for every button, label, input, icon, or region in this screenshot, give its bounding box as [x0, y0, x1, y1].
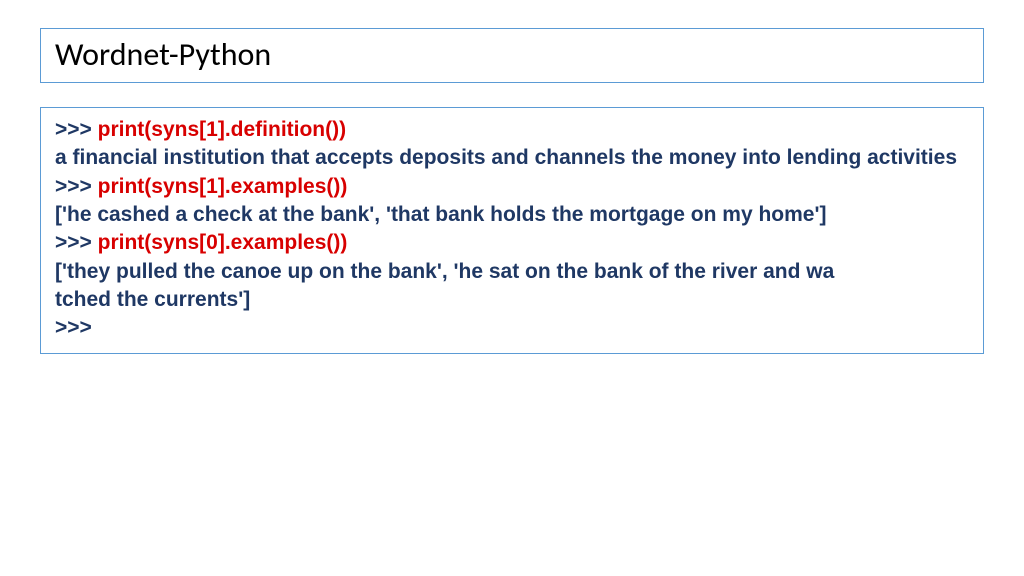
output-line-1: a financial institution that accepts dep…	[55, 144, 969, 172]
output-line-2: ['he cashed a check at the bank', 'that …	[55, 201, 969, 229]
repl-command: print(syns[1].examples())	[98, 175, 348, 198]
output-line-3a: ['they pulled the canoe up on the bank',…	[55, 258, 969, 286]
code-container: >>> print(syns[1].definition()) a financ…	[40, 107, 984, 354]
repl-prompt-empty: >>>	[55, 314, 969, 342]
slide-title: Wordnet-Python	[55, 35, 969, 74]
output-line-3b: tched the currents']	[55, 286, 969, 314]
code-line-1: >>> print(syns[1].definition())	[55, 116, 969, 144]
code-line-2: >>> print(syns[1].examples())	[55, 173, 969, 201]
repl-command: print(syns[0].examples())	[98, 231, 348, 254]
repl-prompt: >>>	[55, 231, 98, 254]
repl-command: print(syns[1].definition())	[98, 118, 346, 141]
repl-prompt: >>>	[55, 118, 98, 141]
code-line-3: >>> print(syns[0].examples())	[55, 229, 969, 257]
title-container: Wordnet-Python	[40, 28, 984, 83]
repl-prompt: >>>	[55, 175, 98, 198]
